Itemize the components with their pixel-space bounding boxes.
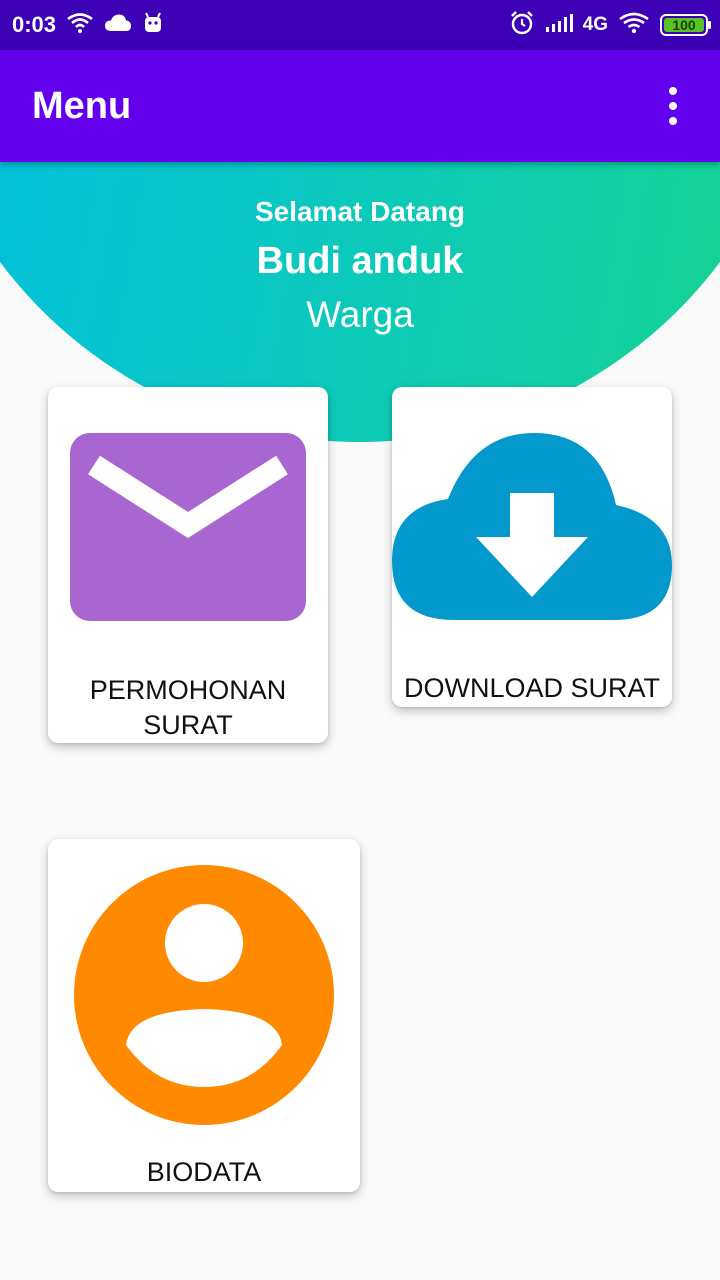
mail-icon — [70, 433, 306, 626]
battery-icon: 100 — [660, 14, 711, 36]
menu-card-label-line1: PERMOHONAN — [89, 675, 287, 705]
android-icon — [142, 12, 164, 39]
user-role: Warga — [306, 294, 414, 335]
status-time: 0:03 — [12, 12, 57, 37]
page-title: Menu — [32, 84, 132, 127]
battery-level: 100 — [672, 17, 696, 33]
menu-card-label-line2: SURAT — [143, 710, 233, 740]
menu-card-download-surat[interactable]: DOWNLOAD SURAT — [392, 387, 672, 707]
menu-card-permohonan-surat[interactable]: PERMOHONAN SURAT — [48, 387, 328, 743]
account-circle-icon — [74, 865, 334, 1130]
overflow-dot — [669, 87, 677, 95]
wifi-icon — [618, 12, 650, 39]
more-vert-icon[interactable] — [658, 82, 688, 130]
menu-card-label: DOWNLOAD SURAT — [403, 673, 660, 703]
status-bar: 0:03 4G 100 — [0, 0, 720, 50]
status-bar-right: 4G 100 — [509, 10, 711, 41]
user-name: Budi anduk — [256, 240, 464, 282]
app-bar: Menu — [0, 50, 720, 162]
cloud-icon — [104, 13, 132, 38]
signal-icon — [545, 13, 573, 38]
menu-card-label: BIODATA — [146, 1157, 262, 1187]
menu-card-label: PERMOHONAN SURAT — [48, 673, 328, 743]
alarm-icon — [509, 10, 535, 41]
menu-card-biodata[interactable]: BIODATA — [48, 839, 360, 1192]
network-type: 4G — [582, 14, 608, 35]
status-bar-left: 0:03 — [12, 12, 164, 39]
overflow-dot — [669, 102, 677, 110]
overflow-dot — [669, 117, 677, 125]
welcome-greeting: Selamat Datang — [254, 196, 466, 227]
cloud-download-icon — [392, 433, 672, 626]
wifi-call-icon — [66, 12, 94, 39]
